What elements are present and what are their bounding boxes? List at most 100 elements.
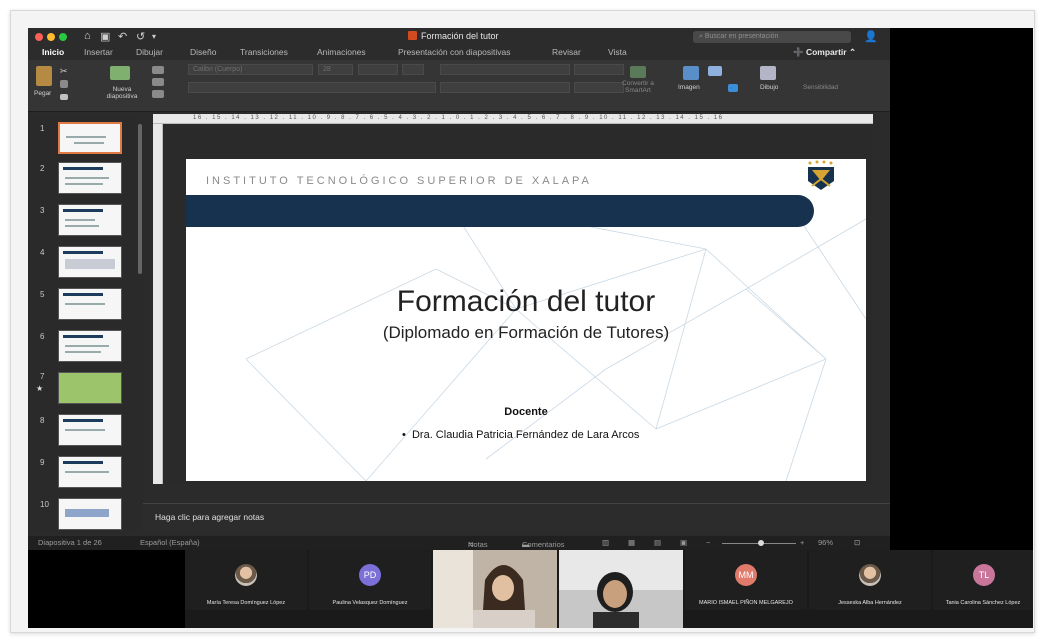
participant-tile[interactable]: PD Paulina Velasquez Domínguez (309, 550, 431, 610)
tab-inicio[interactable]: Inicio (42, 47, 64, 57)
docente-label[interactable]: Docente (186, 406, 866, 418)
tab-insertar[interactable]: Insertar (84, 47, 113, 57)
thumb-number: 6 (40, 332, 45, 341)
fit-to-window-icon[interactable]: ⊡ (854, 538, 860, 547)
customize-toolbar-icon[interactable]: ▾ (152, 32, 156, 41)
thumb-line (66, 136, 106, 138)
share-button[interactable]: ➕ Compartir ⌃ (793, 47, 856, 58)
image-label[interactable]: Imagen (678, 84, 700, 91)
thumbnail-slide-4[interactable] (58, 246, 122, 278)
document-title-text: Formación del tutor (421, 31, 499, 41)
redo-icon[interactable]: ↺ (136, 30, 145, 43)
close-window-button[interactable] (35, 33, 43, 41)
thumbnail-slide-1[interactable] (58, 122, 122, 154)
tab-animaciones[interactable]: Animaciones (317, 47, 366, 57)
format-painter-icon[interactable] (60, 94, 68, 100)
status-bar: Diapositiva 1 de 26 Español (España) ≐ N… (28, 536, 890, 550)
slide-title[interactable]: Formación del tutor (186, 285, 866, 319)
participant-tile[interactable]: María Teresa Domínguez López (185, 550, 307, 610)
icons-icon[interactable] (728, 84, 738, 92)
participant-name: Paulina Velasquez Domínguez (332, 600, 408, 606)
thumbnail-slide-8[interactable] (58, 414, 122, 446)
tab-vista[interactable]: Vista (608, 47, 627, 57)
thumbnail-slide-2[interactable] (58, 162, 122, 194)
reading-view-icon[interactable]: ▤ (654, 538, 661, 547)
save-icon[interactable]: ▣ (100, 30, 110, 43)
docente-name[interactable]: • Dra. Claudia Patricia Fernández de Lar… (402, 429, 639, 441)
slideshow-icon[interactable]: ▣ (680, 538, 687, 547)
tab-presentacion[interactable]: Presentación con diapositivas (398, 47, 510, 57)
notes-pane[interactable]: Haga clic para agregar notas (143, 503, 890, 531)
font-size-select[interactable]: 28 (318, 64, 353, 75)
participant-video[interactable] (559, 550, 683, 628)
columns-buttons[interactable] (574, 82, 624, 93)
cut-icon[interactable]: ✂ (60, 66, 68, 77)
drawing-icon[interactable] (760, 66, 776, 80)
alignment-buttons[interactable] (440, 82, 570, 93)
thumb-number: 4 (40, 248, 45, 257)
participant-tile[interactable]: MM MARIO ISMAEL PIÑON MELGAREJO (685, 550, 807, 610)
maximize-window-button[interactable] (59, 33, 67, 41)
zoom-level[interactable]: 96% (818, 538, 833, 547)
participant-tile[interactable]: Jesseska Alba Hernández (809, 550, 931, 610)
participant-tile[interactable]: TL Tania Carolina Sánchez López (933, 550, 1033, 610)
list-buttons[interactable] (440, 64, 570, 75)
thumbnails-scrollbar[interactable] (138, 124, 142, 274)
tab-transiciones[interactable]: Transiciones (240, 47, 288, 57)
reset-icon[interactable] (152, 78, 164, 86)
zoom-out-icon[interactable]: − (706, 538, 710, 547)
ruler-marks: 16 . 15 . 14 . 13 . 12 . 11 . 10 . 9 . 8… (193, 115, 724, 121)
institution-name: INSTITUTO TECNOLÓGICO SUPERIOR DE XALAPA (206, 175, 592, 187)
tab-diseno[interactable]: Diseño (190, 47, 216, 57)
thumb-number: 10 (40, 500, 49, 509)
current-slide[interactable]: INSTITUTO TECNOLÓGICO SUPERIOR DE XALAPA… (186, 159, 866, 481)
normal-view-icon[interactable]: ▥ (602, 538, 609, 547)
thumbnail-slide-3[interactable] (58, 204, 122, 236)
layout-icon[interactable] (152, 66, 164, 74)
font-size-buttons[interactable] (358, 64, 398, 75)
sensitivity-label[interactable]: Sensibilidad (803, 84, 838, 91)
shapes-icon[interactable] (708, 66, 722, 76)
smartart-icon[interactable] (630, 66, 646, 78)
thumbnail-slide-10[interactable] (58, 498, 122, 530)
smartart-label[interactable]: Convertir a SmartArt (618, 80, 658, 94)
undo-icon[interactable]: ↶ (118, 30, 127, 43)
new-slide-label[interactable]: Nueva diapositiva (102, 86, 142, 100)
copy-icon[interactable] (60, 80, 68, 88)
zoom-slider-knob[interactable] (758, 540, 764, 546)
slide-subtitle[interactable]: (Diplomado en Formación de Tutores) (186, 323, 866, 343)
account-icon[interactable]: 👤 (864, 30, 878, 43)
font-select[interactable]: Calibri (Cuerpo) (188, 64, 313, 75)
tab-dibujar[interactable]: Dibujar (136, 47, 163, 57)
thumb-line (65, 225, 99, 227)
section-icon[interactable] (152, 90, 164, 98)
thumbnail-slide-7[interactable] (58, 372, 122, 404)
thumbnail-slide-5[interactable] (58, 288, 122, 320)
home-icon[interactable]: ⌂ (84, 30, 91, 42)
participant-video[interactable] (433, 550, 557, 628)
zoom-in-icon[interactable]: + (800, 538, 804, 547)
language-indicator[interactable]: Español (España) (140, 538, 200, 547)
thumb-bar (63, 209, 103, 212)
search-input[interactable]: ⌕ Buscar en presentación (693, 31, 851, 43)
drawing-label[interactable]: Dibujo (760, 84, 778, 91)
paste-icon[interactable] (36, 66, 52, 86)
powerpoint-window: ⌂ ▣ ↶ ↺ ▾ Formación del tutor ⌕ Buscar e… (28, 28, 890, 550)
image-icon[interactable] (683, 66, 699, 80)
thumb-line (65, 429, 105, 431)
thumbnail-slide-9[interactable] (58, 456, 122, 488)
share-label: Compartir (805, 47, 847, 57)
thumb-line (65, 345, 109, 347)
slide-sorter-icon[interactable]: ▦ (628, 538, 635, 547)
clear-format-button[interactable] (402, 64, 424, 75)
animation-star-icon: ★ (36, 384, 44, 393)
font-style-buttons[interactable] (188, 82, 436, 93)
tab-revisar[interactable]: Revisar (552, 47, 581, 57)
thumb-number: 3 (40, 206, 45, 215)
thumb-number: 1 (40, 124, 45, 133)
thumb-line (65, 303, 105, 305)
text-direction-buttons[interactable] (574, 64, 624, 75)
minimize-window-button[interactable] (47, 33, 55, 41)
thumbnail-slide-6[interactable] (58, 330, 122, 362)
new-slide-icon[interactable] (110, 66, 130, 80)
